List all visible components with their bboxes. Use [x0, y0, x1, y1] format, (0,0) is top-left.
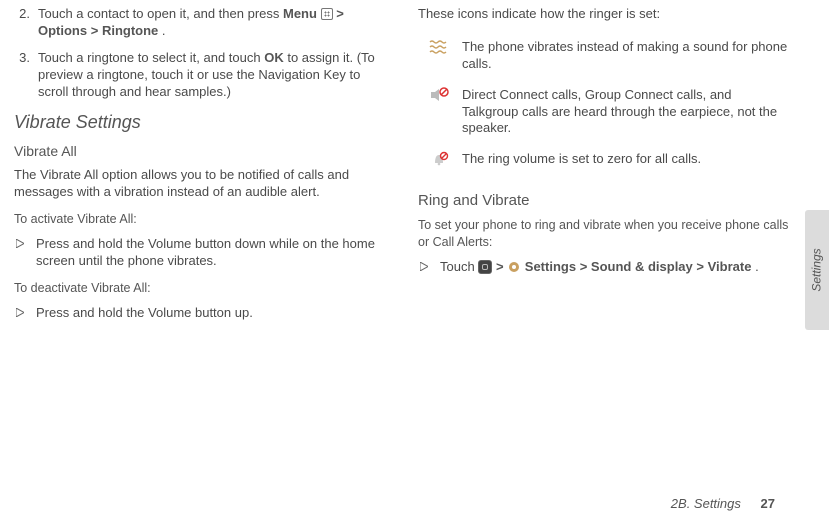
step-body: Touch a contact to open it, and then pre… [38, 6, 384, 40]
text: Touch a ringtone to select it, and touch [38, 50, 264, 65]
options-label: Options [38, 23, 87, 38]
ringer-intro: These icons indicate how the ringer is s… [418, 6, 789, 23]
settings-label: Settings [525, 259, 576, 274]
activate-item: Press and hold the Volume button down wh… [14, 236, 384, 270]
ringtone-label: Ringtone [102, 23, 158, 38]
step-body: Touch > Settings > Sound & display > Vib… [440, 259, 759, 276]
arrow: > [696, 259, 707, 274]
step-number: 2. [14, 6, 30, 40]
ring-vibrate-lead: To set your phone to ring and vibrate wh… [418, 217, 789, 251]
heading-vibrate-settings: Vibrate Settings [14, 112, 384, 133]
arrow: > [91, 23, 102, 38]
sound-display-label: Sound & display [591, 259, 693, 274]
ringer-row-silent: The ring volume is set to zero for all c… [418, 151, 789, 168]
text: . [755, 259, 759, 274]
ringer-row-vibrate: The phone vibrates instead of making a s… [418, 39, 789, 73]
bell-mute-icon [428, 151, 450, 168]
deactivate-item: Press and hold the Volume button up. [14, 305, 384, 322]
vibrate-all-description: The Vibrate All option allows you to be … [14, 167, 384, 201]
gear-icon [507, 260, 521, 274]
text: The phone vibrates instead of making a s… [462, 39, 789, 73]
text: Direct Connect calls, Group Connect call… [462, 87, 789, 138]
footer-page-number: 27 [761, 496, 775, 511]
arrow: > [336, 6, 344, 21]
arrow: > [580, 259, 591, 274]
ring-vibrate-item: Touch > Settings > Sound & display > Vib… [418, 259, 789, 276]
ok-label: OK [264, 50, 284, 65]
footer-section: 2B. Settings [671, 496, 741, 511]
menu-label: Menu [283, 6, 317, 21]
launcher-icon [478, 260, 492, 274]
step-2: 2. Touch a contact to open it, and then … [14, 6, 384, 40]
step-number: 3. [14, 50, 30, 101]
text: Press and hold the Volume button down wh… [36, 236, 384, 270]
arrow: > [496, 259, 507, 274]
activate-lead: To activate Vibrate All: [14, 211, 384, 228]
step-3: 3. Touch a ringtone to select it, and to… [14, 50, 384, 101]
heading-vibrate-all: Vibrate All [14, 143, 384, 159]
text: The ring volume is set to zero for all c… [462, 151, 701, 168]
vibrate-icon [428, 39, 450, 73]
side-tab-label: Settings [810, 248, 824, 291]
heading-ring-and-vibrate: Ring and Vibrate [418, 192, 789, 209]
triangle-bullet-icon [16, 308, 26, 322]
triangle-bullet-icon [420, 262, 430, 276]
vibrate-label: Vibrate [708, 259, 752, 274]
side-tab: Settings [805, 210, 829, 330]
triangle-bullet-icon [16, 239, 26, 270]
menu-grid-icon [321, 8, 333, 20]
text: Touch a contact to open it, and then pre… [38, 6, 283, 21]
ringer-row-earpiece: Direct Connect calls, Group Connect call… [418, 87, 789, 138]
text: Press and hold the Volume button up. [36, 305, 253, 322]
text: Touch [440, 259, 478, 274]
speaker-mute-icon [428, 87, 450, 138]
page-footer: 2B. Settings 27 [671, 496, 775, 511]
text: . [162, 23, 166, 38]
step-body: Touch a ringtone to select it, and touch… [38, 50, 384, 101]
deactivate-lead: To deactivate Vibrate All: [14, 280, 384, 297]
